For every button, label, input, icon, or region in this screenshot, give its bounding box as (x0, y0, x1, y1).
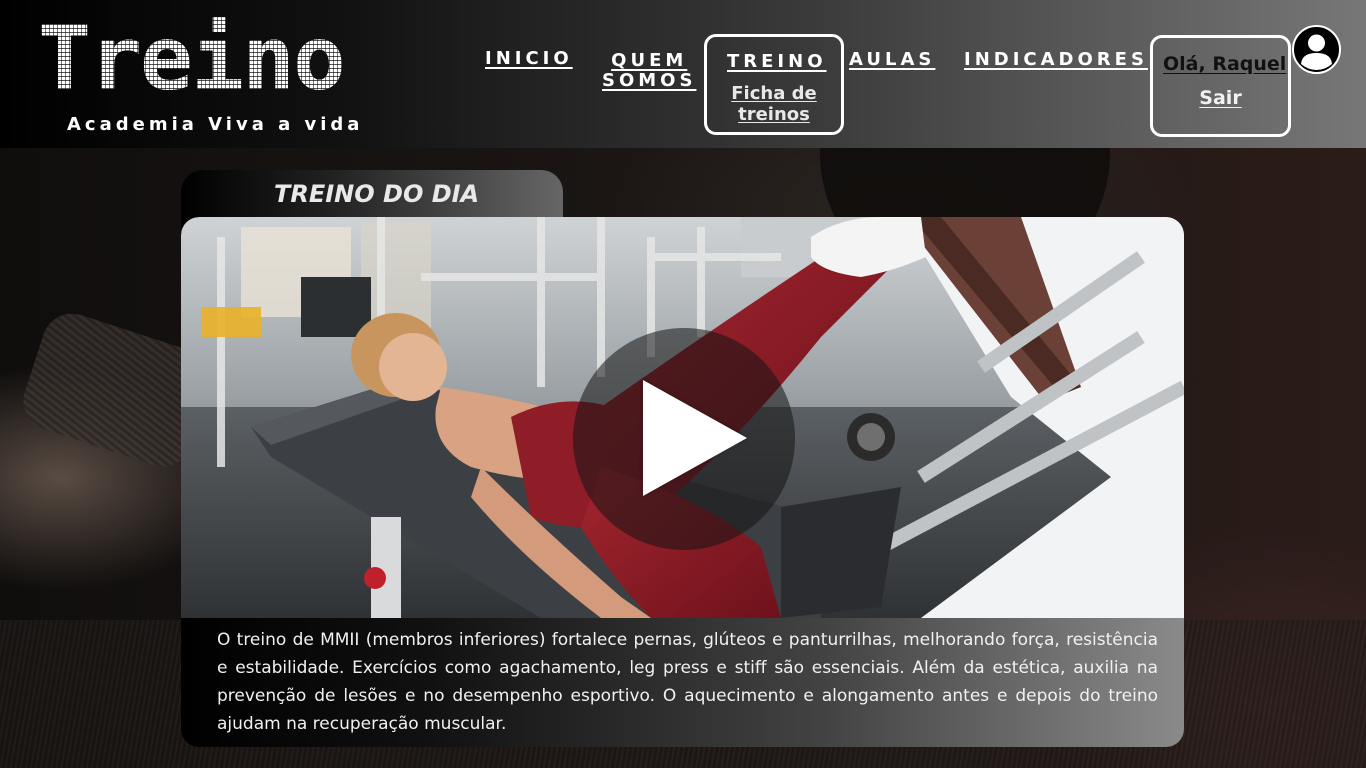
nav-indicadores[interactable]: INDICADORES (964, 49, 1148, 70)
user-avatar-icon[interactable] (1292, 25, 1341, 74)
nav-ficha-de-treinos[interactable]: Ficha de treinos (713, 83, 835, 125)
play-icon (643, 380, 747, 496)
user-greeting[interactable]: Olá, Raquel (1163, 53, 1286, 75)
nav-quem-somos-line2: SOMOS (602, 70, 697, 91)
workout-description: O treino de MMII (membros inferiores) fo… (217, 630, 1158, 734)
user-silhouette-icon (1301, 34, 1332, 70)
nav-inicio[interactable]: INICIO (485, 48, 573, 69)
nav-aulas[interactable]: AULAS (849, 49, 935, 70)
nav-treino[interactable]: TREINO (727, 51, 827, 72)
section-title: TREINO DO DIA (274, 180, 480, 208)
logo[interactable]: Treino (38, 14, 344, 104)
nav-quem-somos-line1: QUEM (611, 50, 688, 71)
logout-link[interactable]: Sair (1153, 87, 1288, 109)
nav-quem-somos[interactable]: QUEM SOMOS (602, 51, 696, 91)
tagline: Academia Viva a vida (67, 114, 364, 135)
nav-treino-group: TREINO Ficha de treinos (704, 34, 844, 135)
user-menu: Olá, Raquel Sair (1150, 35, 1291, 137)
play-button[interactable] (573, 328, 795, 550)
site-header: Treino Academia Viva a vida INICIO QUEM … (0, 0, 1366, 148)
